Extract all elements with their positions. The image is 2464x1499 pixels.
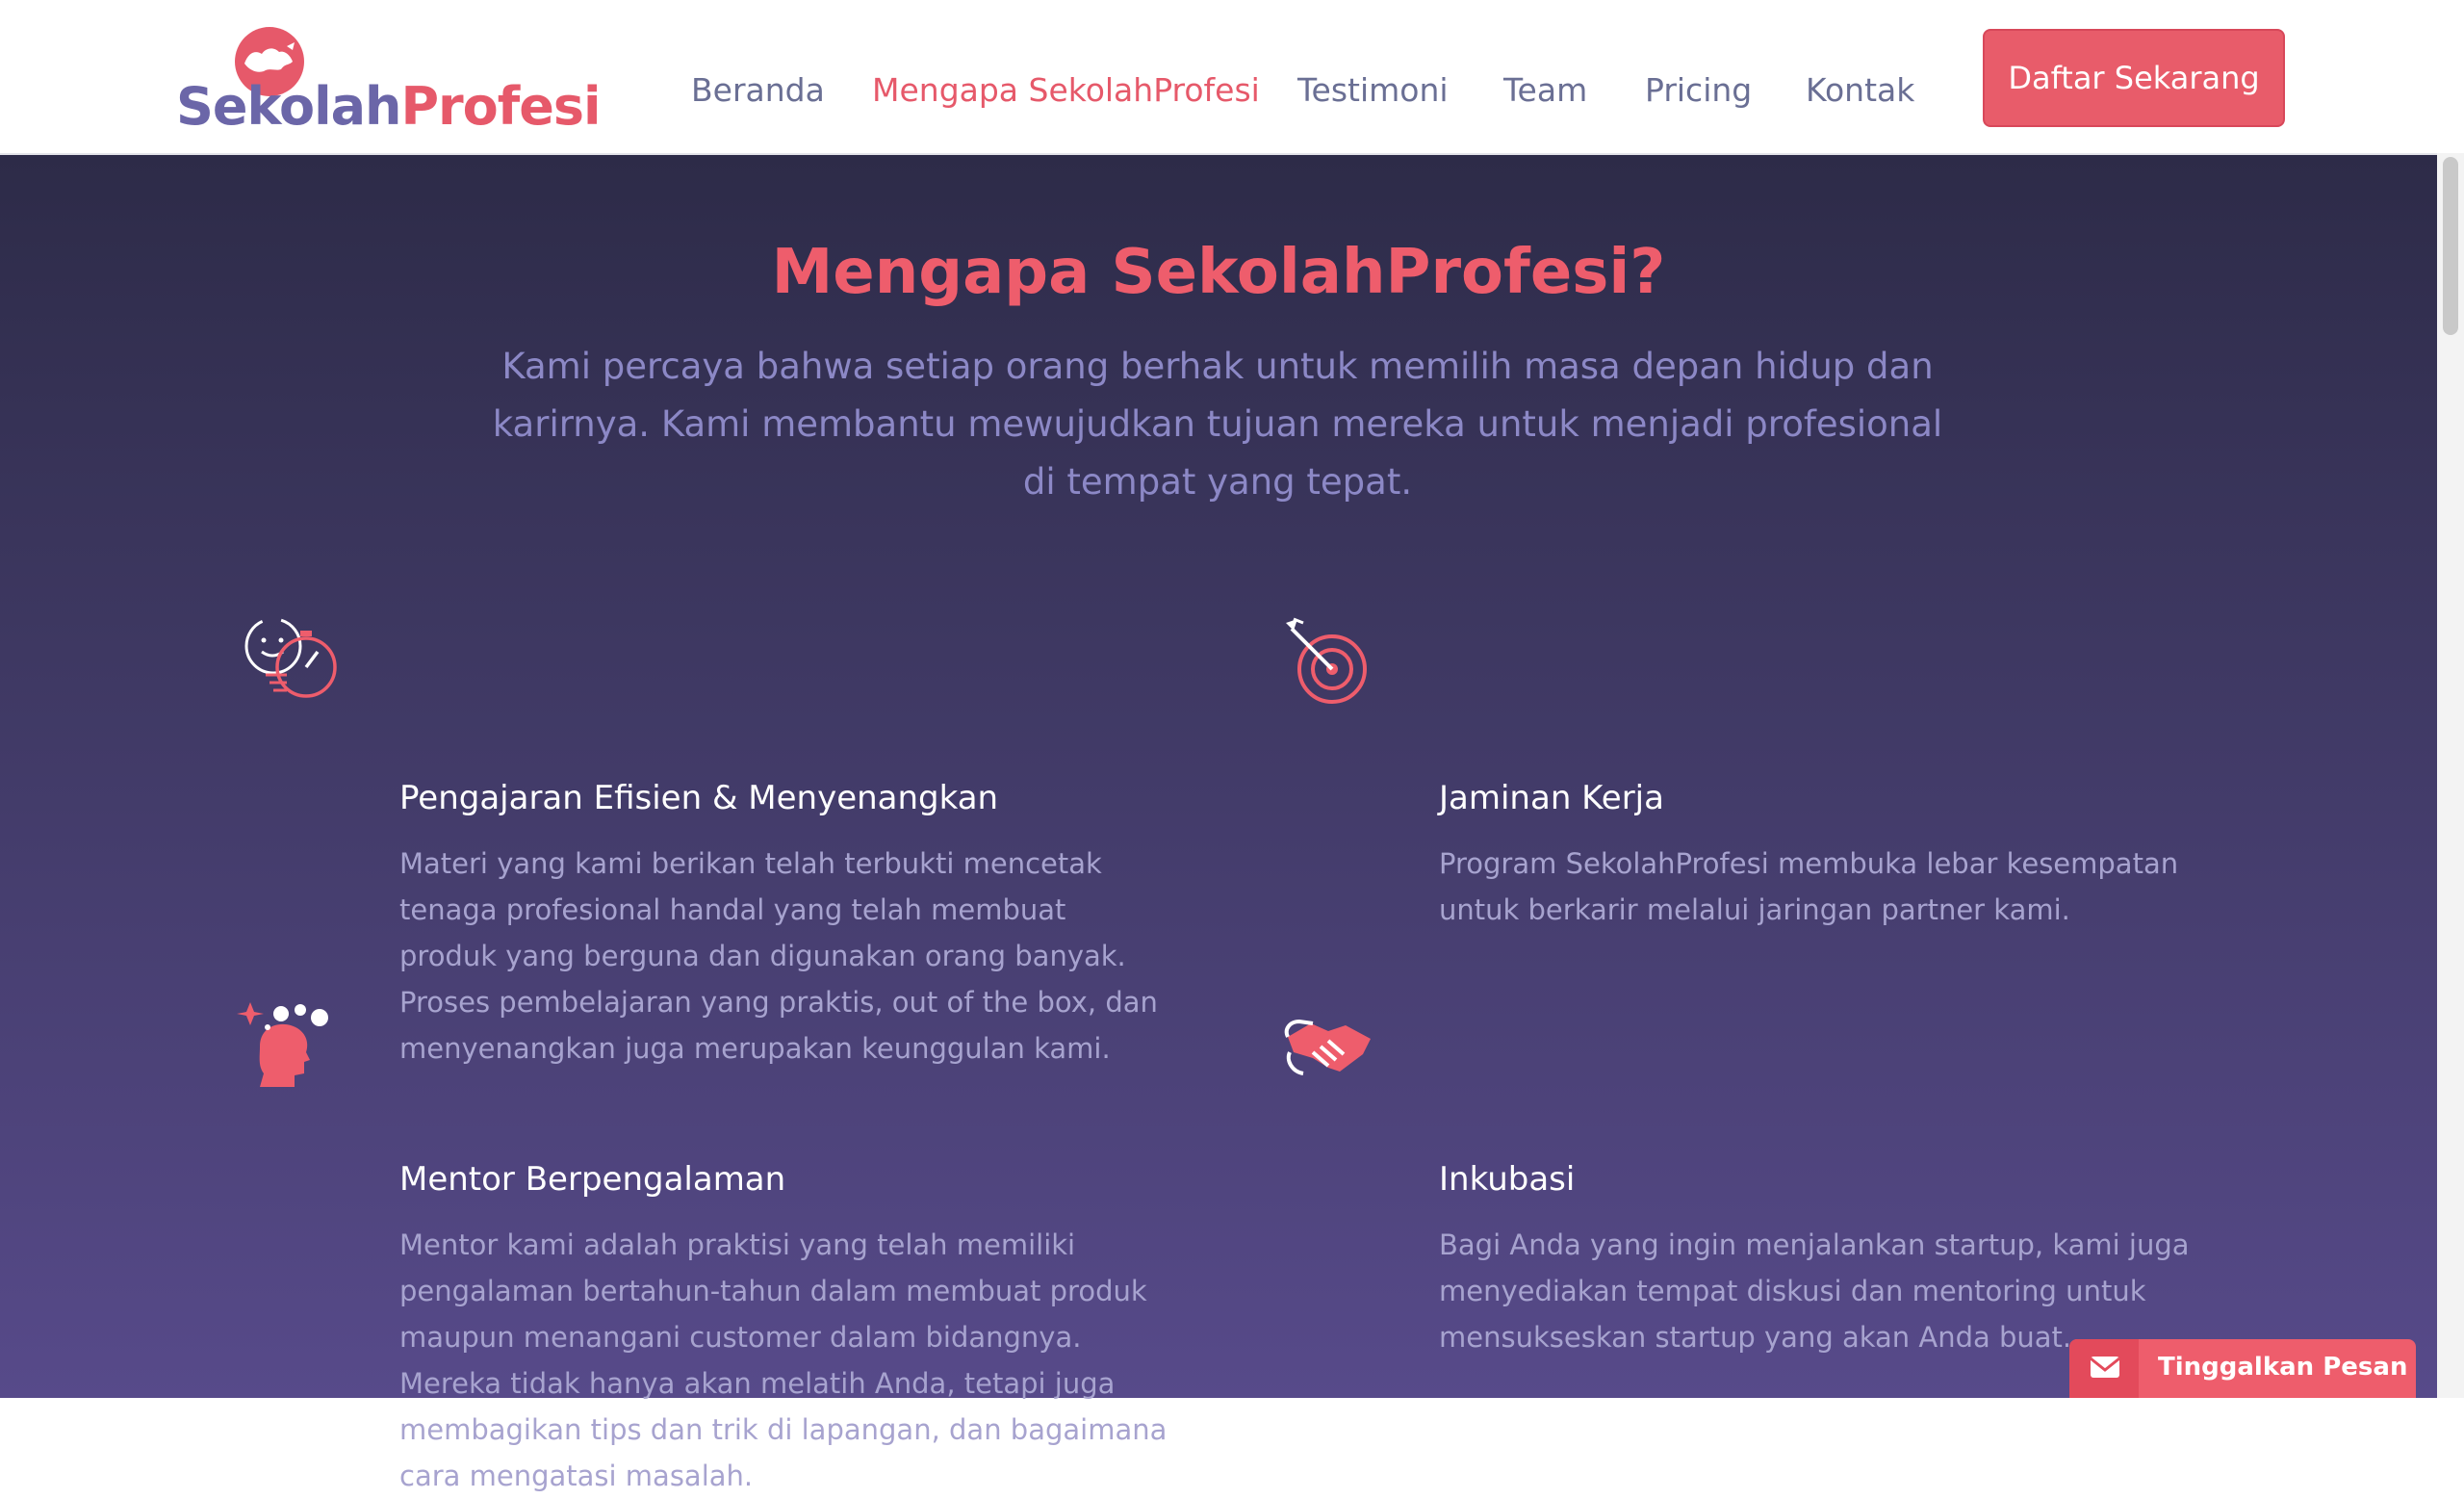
nav-mengapa[interactable]: Mengapa SekolahProfesi: [872, 71, 1260, 109]
nav-kontak[interactable]: Kontak: [1806, 71, 1914, 109]
target-dart-icon: [1286, 617, 1367, 704]
feature-title: Mentor Berpengalaman: [399, 1160, 786, 1199]
head-ideas-icon: [237, 1002, 328, 1087]
logo-text-sekolah: Sekolah: [176, 76, 401, 137]
stopwatch-face-icon: [244, 617, 337, 698]
nav-testimoni[interactable]: Testimoni: [1297, 71, 1449, 109]
feature-text: Program SekolahProfesi membuka lebar kes…: [1439, 847, 2179, 926]
leave-message-widget[interactable]: Tinggalkan Pesan: [2069, 1339, 2416, 1398]
nav-pricing[interactable]: Pricing: [1645, 71, 1752, 109]
feature-title: Jaminan Kerja: [1439, 779, 1664, 817]
page-scrollbar[interactable]: [2437, 153, 2464, 1398]
feature-title: Pengajaran Efisien & Menyenangkan: [399, 779, 999, 817]
leave-message-label: Tinggalkan Pesan: [2158, 1353, 2408, 1382]
logo-text-profesi: Profesi: [400, 76, 601, 137]
section-title: Mengapa SekolahProfesi?: [771, 237, 1666, 308]
feature-experienced-mentor: Mentor Berpengalaman Mentor kami adalah …: [231, 991, 1174, 1492]
register-button[interactable]: Daftar Sekarang: [1983, 29, 2285, 127]
why-section: Mengapa SekolahProfesi? Kami percaya bah…: [0, 155, 2437, 1492]
feature-job-guarantee: Jaminan Kerja Program SekolahProfesi mem…: [1270, 607, 2233, 926]
logo[interactable]: SekolahProfesi: [176, 25, 602, 141]
nav-beranda[interactable]: Beranda: [691, 71, 825, 109]
scrollbar-thumb[interactable]: [2443, 157, 2458, 335]
envelope-icon: [2069, 1339, 2139, 1398]
feature-text: Mentor kami adalah praktisi yang telah m…: [399, 1228, 1168, 1492]
handshake-icon: [1284, 1019, 1371, 1075]
nav-team[interactable]: Team: [1503, 71, 1587, 109]
feature-title: Inkubasi: [1439, 1160, 1576, 1199]
section-subtitle: Kami percaya bahwa setiap orang berhak u…: [492, 346, 1943, 503]
feature-incubation: Inkubasi Bagi Anda yang ingin menjalanka…: [1270, 991, 2233, 1354]
site-header: SekolahProfesi Beranda Mengapa SekolahPr…: [0, 0, 2437, 155]
feature-efficient-teaching: Pengajaran Efisien & Menyenangkan Materi…: [231, 607, 1174, 1065]
